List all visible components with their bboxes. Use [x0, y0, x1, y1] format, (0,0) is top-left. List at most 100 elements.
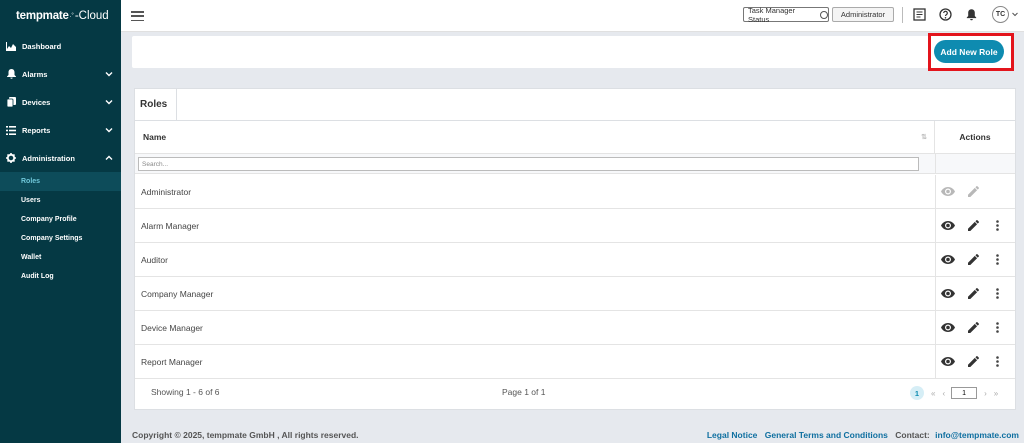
- edit-icon[interactable]: [966, 253, 980, 266]
- logo-main-text: tempmate: [16, 10, 69, 22]
- chevron-down-icon: [105, 72, 113, 77]
- roles-title: Roles: [135, 89, 177, 120]
- edit-icon[interactable]: [966, 287, 980, 300]
- divider: [935, 154, 936, 173]
- gear-icon: [6, 153, 16, 163]
- page-input[interactable]: [951, 387, 978, 399]
- prev-page-icon[interactable]: ‹: [942, 389, 945, 398]
- status-circle-icon: [820, 10, 828, 19]
- table-row[interactable]: Administrator: [135, 175, 1015, 209]
- sidebar-item-label: Devices: [22, 97, 51, 107]
- divider: [935, 311, 936, 344]
- sidebar: tempmate .° -Cloud Dashboard Alarms Device…: [0, 0, 121, 443]
- divider: [935, 175, 936, 208]
- logo-sup-text: .°: [69, 13, 74, 19]
- menu-icon[interactable]: [131, 11, 144, 22]
- column-header-label: Name: [143, 132, 167, 142]
- view-icon[interactable]: [941, 253, 955, 266]
- list-icon: [6, 125, 16, 135]
- action-bar: [132, 36, 1014, 68]
- next-page-icon[interactable]: ›: [984, 389, 987, 398]
- divider: [935, 345, 936, 378]
- role-button[interactable]: Administrator: [832, 7, 894, 22]
- divider: [935, 209, 936, 242]
- role-name: Device Manager: [141, 322, 203, 333]
- more-options-icon[interactable]: [990, 253, 1004, 266]
- task-status-label: Task Manager Status: [748, 5, 796, 24]
- bell-icon[interactable]: [965, 8, 978, 21]
- role-name: Company Manager: [141, 288, 214, 299]
- sidebar-item-reports[interactable]: Reports: [0, 116, 121, 144]
- sidebar-subitem-company-settings[interactable]: Company Settings: [0, 229, 121, 248]
- view-icon[interactable]: [941, 219, 955, 232]
- view-icon[interactable]: [941, 355, 955, 368]
- sidebar-subitem-company-profile[interactable]: Company Profile: [0, 210, 121, 229]
- chevron-down-icon: [105, 100, 113, 105]
- sidebar-subitem-wallet[interactable]: Wallet: [0, 248, 121, 267]
- edit-icon: [966, 185, 980, 198]
- last-page-icon[interactable]: »: [994, 389, 998, 398]
- task-manager-status-toggle[interactable]: Task Manager Status: [743, 5, 829, 24]
- table-row[interactable]: Auditor: [135, 243, 1015, 277]
- edit-icon[interactable]: [966, 219, 980, 232]
- sidebar-item-dashboard[interactable]: Dashboard: [0, 32, 121, 60]
- showing-count: Showing 1 - 6 of 6: [151, 387, 220, 397]
- device-icon: [6, 97, 16, 107]
- sidebar-subitem-users[interactable]: Users: [0, 191, 121, 210]
- role-name: Alarm Manager: [141, 220, 200, 231]
- role-name: Report Manager: [141, 356, 203, 367]
- page-number-button[interactable]: 1: [910, 386, 924, 400]
- sidebar-item-label: Reports: [22, 125, 51, 135]
- more-options-icon[interactable]: [990, 287, 1004, 300]
- sidebar-item-label: Dashboard: [22, 41, 62, 51]
- notes-icon[interactable]: [913, 8, 926, 21]
- legal-notice-link[interactable]: Legal Notice: [707, 430, 758, 440]
- more-options-icon[interactable]: [990, 355, 1004, 368]
- pagination: 1 « ‹ › »: [910, 386, 998, 400]
- sidebar-item-label: Administration: [22, 153, 75, 163]
- copyright-text: Copyright © 2025, tempmate GmbH , All ri…: [132, 430, 359, 440]
- table-row[interactable]: Company Manager: [135, 277, 1015, 311]
- more-options-icon[interactable]: [990, 219, 1004, 232]
- table-row[interactable]: Report Manager: [135, 345, 1015, 379]
- column-header-actions: Actions: [959, 132, 991, 142]
- page-indicator: Page 1 of 1: [502, 387, 546, 397]
- table-row[interactable]: Device Manager: [135, 311, 1015, 345]
- edit-icon[interactable]: [966, 321, 980, 334]
- chevron-up-icon: [105, 155, 113, 160]
- app-logo[interactable]: tempmate .° -Cloud: [0, 0, 121, 32]
- roles-card: Roles Name ⇅ Actions Administrator Alarm …: [134, 88, 1016, 410]
- divider: [935, 243, 936, 276]
- footer-links: Legal Notice General Terms and Condition…: [702, 430, 1019, 440]
- terms-link[interactable]: General Terms and Conditions: [765, 430, 888, 440]
- chevron-down-icon[interactable]: [1012, 12, 1018, 17]
- dashboard-icon: [6, 41, 16, 51]
- edit-icon[interactable]: [966, 355, 980, 368]
- sidebar-subitem-roles[interactable]: Roles: [0, 172, 121, 191]
- page-footer: Copyright © 2025, tempmate GmbH , All ri…: [121, 426, 1024, 443]
- column-header-name[interactable]: Name ⇅: [135, 121, 935, 153]
- contact-label: Contact:: [895, 430, 930, 440]
- sidebar-item-administration[interactable]: Administration: [0, 144, 121, 172]
- chevron-down-icon: [105, 128, 113, 133]
- more-options-icon[interactable]: [990, 321, 1004, 334]
- add-new-role-button[interactable]: Add New Role: [934, 40, 1004, 63]
- sidebar-item-alarms[interactable]: Alarms: [0, 60, 121, 88]
- email-link[interactable]: info@tempmate.com: [935, 430, 1019, 440]
- first-page-icon[interactable]: «: [931, 389, 935, 398]
- divider: [902, 7, 903, 23]
- sidebar-item-label: Alarms: [22, 69, 48, 79]
- help-icon[interactable]: [939, 8, 952, 21]
- sort-icon[interactable]: ⇅: [921, 133, 927, 141]
- view-icon[interactable]: [941, 321, 955, 334]
- sidebar-item-devices[interactable]: Devices: [0, 88, 121, 116]
- sidebar-subitem-audit-log[interactable]: Audit Log: [0, 267, 121, 286]
- filter-row: [135, 153, 1015, 174]
- search-input[interactable]: [138, 157, 919, 171]
- table-row[interactable]: Alarm Manager: [135, 209, 1015, 243]
- view-icon: [941, 185, 955, 198]
- table-footer: Showing 1 - 6 of 6 Page 1 of 1 1 « ‹ › »: [135, 378, 1015, 409]
- view-icon[interactable]: [941, 287, 955, 300]
- role-name: Auditor: [141, 254, 168, 265]
- avatar[interactable]: TC: [992, 6, 1009, 23]
